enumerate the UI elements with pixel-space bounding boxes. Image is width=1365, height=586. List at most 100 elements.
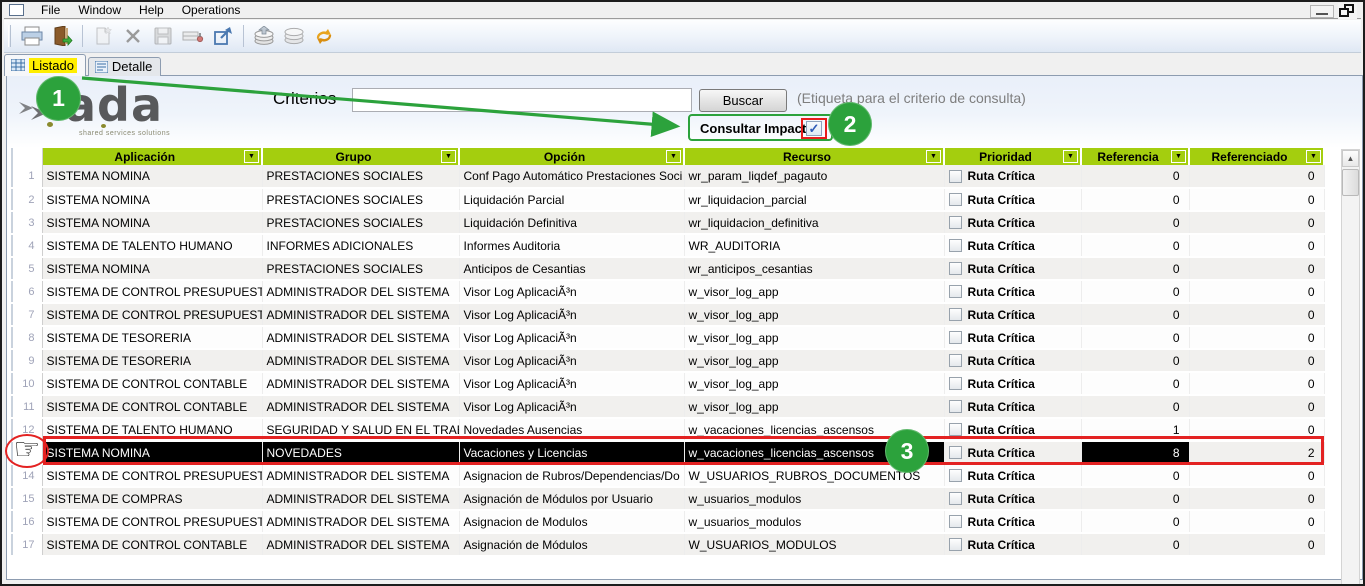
table-row[interactable]: 16SISTEMA DE CONTROL PRESUPUESTALADMINIS… [12,510,1324,533]
cell-grupo: PRESTACIONES SOCIALES [262,165,459,188]
ruta-critica-checkbox[interactable] [949,170,962,183]
filter-dropdown-icon[interactable]: ▼ [441,150,456,163]
ruta-critica-checkbox[interactable] [949,331,962,344]
ruta-critica-checkbox[interactable] [949,423,962,436]
cell-referenciado: 0 [1189,487,1324,510]
ruta-critica-label: Ruta Crítica [968,469,1035,483]
cell-opcion: Visor Log AplicaciÃ³n [459,372,684,395]
table-row[interactable]: 10SISTEMA DE CONTROL CONTABLEADMINISTRAD… [12,372,1324,395]
cell-referencia: 0 [1081,165,1189,188]
ruta-critica-checkbox[interactable] [949,538,962,551]
ruta-critica-checkbox[interactable] [949,354,962,367]
filter-dropdown-icon[interactable]: ▼ [1063,150,1078,163]
cell-prioridad: Ruta Crítica [944,257,1081,280]
cell-opcion: Liquidación Definitiva [459,211,684,234]
table-row[interactable]: 4SISTEMA DE TALENTO HUMANOINFORMES ADICI… [12,234,1324,257]
table-row[interactable]: 6SISTEMA DE CONTROL PRESUPUESTALADMINIST… [12,280,1324,303]
menu-window[interactable]: Window [69,2,130,18]
restore-button[interactable] [1338,3,1357,19]
table-row[interactable]: 1SISTEMA NOMINAPRESTACIONES SOCIALESConf… [12,165,1324,188]
filter-dropdown-icon[interactable]: ▼ [1171,150,1186,163]
cell-referencia: 0 [1081,372,1189,395]
cell-recurso: w_visor_log_app [684,349,944,372]
table-row[interactable]: 2SISTEMA NOMINAPRESTACIONES SOCIALESLiqu… [12,188,1324,211]
table-row[interactable]: 17SISTEMA DE CONTROL CONTABLEADMINISTRAD… [12,533,1324,556]
cell-aplicacion: SISTEMA DE CONTROL CONTABLE [42,372,262,395]
cell-opcion: Visor Log AplicaciÃ³n [459,326,684,349]
cell-prioridad: Ruta Crítica [944,303,1081,326]
cell-prioridad: Ruta Crítica [944,487,1081,510]
insert-icon[interactable] [179,23,207,49]
new-icon[interactable] [89,23,117,49]
ruta-critica-checkbox[interactable] [949,492,962,505]
consultar-impacto-checkbox[interactable]: ✓ [806,121,822,136]
scrollbar-thumb[interactable] [1342,169,1359,196]
results-grid: Aplicación▼Grupo▼Opción▼Recurso▼Priorida… [11,148,1325,557]
table-row[interactable]: 5SISTEMA NOMINAPRESTACIONES SOCIALESAnti… [12,257,1324,280]
ruta-critica-checkbox[interactable] [949,216,962,229]
filter-dropdown-icon[interactable]: ▼ [926,150,941,163]
table-row[interactable]: 14SISTEMA DE CONTROL PRESUPUESTALADMINIS… [12,464,1324,487]
table-row[interactable]: 9SISTEMA DE TESORERIAADMINISTRADOR DEL S… [12,349,1324,372]
cell-grupo: ADMINISTRADOR DEL SISTEMA [262,464,459,487]
cell-prioridad: Ruta Crítica [944,234,1081,257]
vertical-scrollbar[interactable]: ▲ ▼ [1341,149,1360,586]
buscar-button[interactable]: Buscar [699,89,787,112]
cell-prioridad: Ruta Crítica [944,188,1081,211]
ruta-critica-checkbox[interactable] [949,239,962,252]
copy-up-icon[interactable] [250,23,278,49]
cell-aplicacion: SISTEMA DE TESORERIA [42,326,262,349]
ruta-critica-label: Ruta Crítica [968,262,1035,276]
cell-recurso: W_USUARIOS_MODULOS [684,533,944,556]
table-row[interactable]: 7SISTEMA DE CONTROL PRESUPUESTALADMINIST… [12,303,1324,326]
etiqueta-hint: (Etiqueta para el criterio de consulta) [797,90,1026,106]
table-row[interactable]: 8SISTEMA DE TESORERIAADMINISTRADOR DEL S… [12,326,1324,349]
print-icon[interactable] [18,23,46,49]
cell-referencia: 0 [1081,326,1189,349]
selected-row-highlight-box [43,436,1324,465]
filter-dropdown-icon[interactable]: ▼ [244,150,259,163]
ruta-critica-checkbox[interactable] [949,262,962,275]
criterios-input[interactable] [352,88,692,112]
menu-help[interactable]: Help [130,2,173,18]
ruta-critica-checkbox[interactable] [949,515,962,528]
ruta-critica-checkbox[interactable] [949,400,962,413]
column-header-opcion: Opción▼ [459,148,684,165]
ruta-critica-checkbox[interactable] [949,308,962,321]
filter-dropdown-icon[interactable]: ▼ [1306,150,1321,163]
exit-icon[interactable] [48,23,76,49]
ruta-critica-label: Ruta Crítica [968,216,1035,230]
minimize-button[interactable] [1310,5,1334,18]
system-menu-icon[interactable] [9,4,24,16]
export-icon[interactable] [209,23,237,49]
tab-listado[interactable]: Listado [4,54,86,76]
tab-detalle[interactable]: Detalle [88,57,161,76]
cell-aplicacion: SISTEMA DE CONTROL PRESUPUESTAL [42,280,262,303]
cell-aplicacion: SISTEMA NOMINA [42,257,262,280]
delete-icon[interactable] [119,23,147,49]
cell-grupo: PRESTACIONES SOCIALES [262,257,459,280]
cell-referenciado: 0 [1189,188,1324,211]
cell-referenciado: 0 [1189,257,1324,280]
ruta-critica-label: Ruta Crítica [968,193,1035,207]
refresh-icon[interactable] [310,23,338,49]
filter-dropdown-icon[interactable]: ▼ [666,150,681,163]
table-row[interactable]: 11SISTEMA DE CONTROL CONTABLEADMINISTRAD… [12,395,1324,418]
ruta-critica-checkbox[interactable] [949,377,962,390]
ruta-critica-checkbox[interactable] [949,193,962,206]
menu-operations[interactable]: Operations [173,2,250,18]
scroll-up-icon[interactable]: ▲ [1342,150,1359,167]
cell-recurso: WR_AUDITORIA [684,234,944,257]
table-row[interactable]: 3SISTEMA NOMINAPRESTACIONES SOCIALESLiqu… [12,211,1324,234]
cell-grupo: ADMINISTRADOR DEL SISTEMA [262,280,459,303]
menu-file[interactable]: File [32,2,69,18]
cell-referencia: 0 [1081,234,1189,257]
save-icon[interactable] [149,23,177,49]
ruta-critica-checkbox[interactable] [949,469,962,482]
cell-referencia: 0 [1081,257,1189,280]
cell-referenciado: 0 [1189,349,1324,372]
cell-opcion: Visor Log AplicaciÃ³n [459,349,684,372]
table-row[interactable]: 15SISTEMA DE COMPRASADMINISTRADOR DEL SI… [12,487,1324,510]
ruta-critica-checkbox[interactable] [949,285,962,298]
copy-icon[interactable] [280,23,308,49]
